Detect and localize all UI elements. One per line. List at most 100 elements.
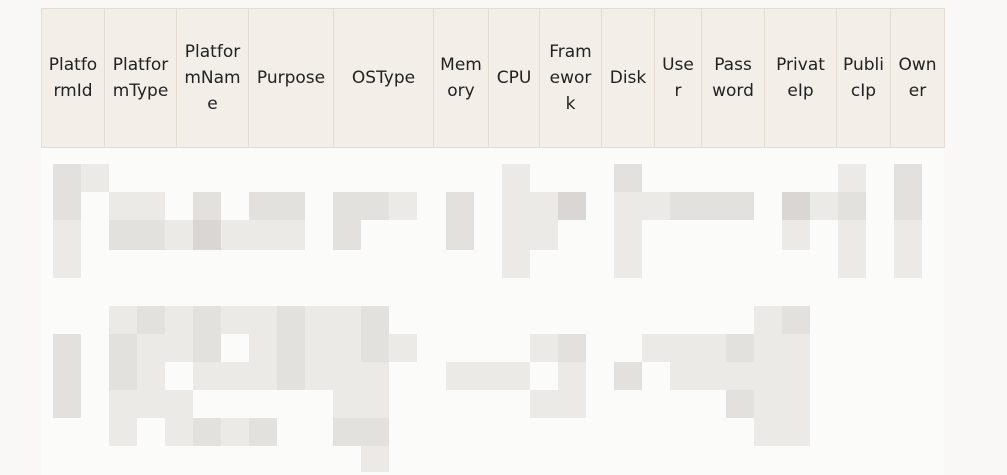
pixelated-redaction — [41, 148, 944, 475]
redaction-block — [754, 334, 782, 362]
redaction-block — [165, 334, 193, 362]
redaction-block — [474, 362, 502, 390]
table-header-row: PlatformId PlatformType PlatformName Pur… — [41, 8, 945, 148]
redaction-block — [838, 220, 866, 250]
redaction-block — [726, 192, 754, 220]
redaction-block — [361, 390, 389, 418]
redaction-block — [53, 192, 81, 220]
redaction-block — [670, 334, 698, 362]
redaction-block — [137, 306, 165, 334]
redaction-block — [614, 220, 642, 250]
redaction-block — [446, 192, 474, 220]
redaction-block — [726, 362, 754, 390]
redaction-block — [530, 220, 558, 250]
redaction-block — [670, 192, 698, 220]
column-header-public-ip[interactable]: PublicIp — [836, 8, 891, 148]
redaction-block — [502, 362, 530, 390]
redaction-block — [165, 306, 193, 334]
column-header-platform-type[interactable]: PlatformType — [104, 8, 177, 148]
redaction-block — [277, 192, 305, 220]
redaction-block — [558, 362, 586, 390]
redaction-block — [361, 192, 389, 220]
column-header-os-type[interactable]: OSType — [333, 8, 434, 148]
redaction-block — [333, 192, 361, 220]
redaction-block — [782, 192, 810, 220]
redaction-block — [333, 390, 361, 418]
redaction-block — [193, 192, 221, 220]
redaction-block — [109, 362, 137, 390]
redaction-block — [558, 334, 586, 362]
redaction-block — [193, 220, 221, 250]
redaction-block — [361, 334, 389, 362]
redaction-block — [53, 220, 81, 248]
redaction-block — [530, 390, 558, 418]
redaction-block — [53, 362, 81, 390]
column-header-owner[interactable]: Owner — [890, 8, 945, 148]
redaction-block — [137, 390, 165, 418]
redaction-block — [53, 390, 81, 418]
redaction-block — [165, 390, 193, 418]
column-header-password[interactable]: Password — [701, 8, 765, 148]
redaction-block — [726, 390, 754, 418]
column-header-platform-id[interactable]: PlatformId — [41, 8, 105, 148]
redaction-block — [277, 220, 305, 250]
redaction-block — [137, 334, 165, 362]
redaction-block — [614, 362, 642, 390]
redaction-block — [109, 220, 137, 250]
redaction-block — [277, 334, 305, 362]
redaction-block — [670, 362, 698, 390]
redaction-block — [894, 220, 922, 250]
redaction-block — [109, 192, 137, 220]
redaction-block — [193, 334, 221, 362]
redaction-block — [193, 418, 221, 446]
redaction-block — [333, 334, 361, 362]
column-header-disk[interactable]: Disk — [601, 8, 655, 148]
redaction-block — [894, 248, 922, 278]
redaction-block — [333, 306, 361, 334]
platform-table-container: PlatformId PlatformType PlatformName Pur… — [41, 8, 945, 148]
redaction-block — [810, 192, 838, 220]
redaction-block — [446, 362, 474, 390]
redaction-block — [614, 192, 642, 220]
redaction-block — [249, 220, 277, 250]
redaction-block — [109, 334, 137, 362]
redaction-block — [137, 192, 165, 220]
column-header-user[interactable]: User — [654, 8, 702, 148]
column-header-cpu[interactable]: CPU — [488, 8, 540, 148]
redaction-block — [333, 418, 361, 446]
column-header-purpose[interactable]: Purpose — [248, 8, 334, 148]
redaction-block — [754, 362, 782, 390]
redaction-block — [389, 334, 417, 362]
redaction-block — [838, 248, 866, 278]
redaction-block — [249, 192, 277, 220]
redaction-block — [277, 306, 305, 334]
redaction-block — [782, 220, 810, 250]
column-header-private-ip[interactable]: PrivateIp — [764, 8, 837, 148]
column-header-memory[interactable]: Memory — [433, 8, 489, 148]
platform-table: PlatformId PlatformType PlatformName Pur… — [41, 8, 945, 148]
redaction-block — [502, 248, 530, 278]
redaction-block — [193, 306, 221, 334]
redaction-block — [782, 390, 810, 418]
redaction-block — [221, 362, 249, 390]
redaction-block — [221, 220, 249, 250]
redaction-block — [53, 164, 81, 192]
redaction-block — [558, 390, 586, 418]
redaction-block — [249, 334, 277, 362]
redaction-block — [389, 192, 417, 220]
redaction-block — [446, 220, 474, 250]
redaction-block — [305, 334, 333, 362]
redaction-block — [894, 164, 922, 192]
redaction-block — [642, 334, 670, 362]
redaction-block — [642, 192, 670, 220]
redaction-block — [249, 418, 277, 446]
redaction-block — [249, 362, 277, 390]
redaction-block — [838, 164, 866, 192]
column-header-framework[interactable]: Framework — [539, 8, 602, 148]
redaction-block — [361, 446, 389, 472]
redaction-block — [530, 334, 558, 362]
column-header-platform-name[interactable]: PlatformName — [176, 8, 249, 148]
redaction-block — [698, 192, 726, 220]
redaction-block — [502, 220, 530, 250]
redaction-block — [782, 306, 810, 334]
